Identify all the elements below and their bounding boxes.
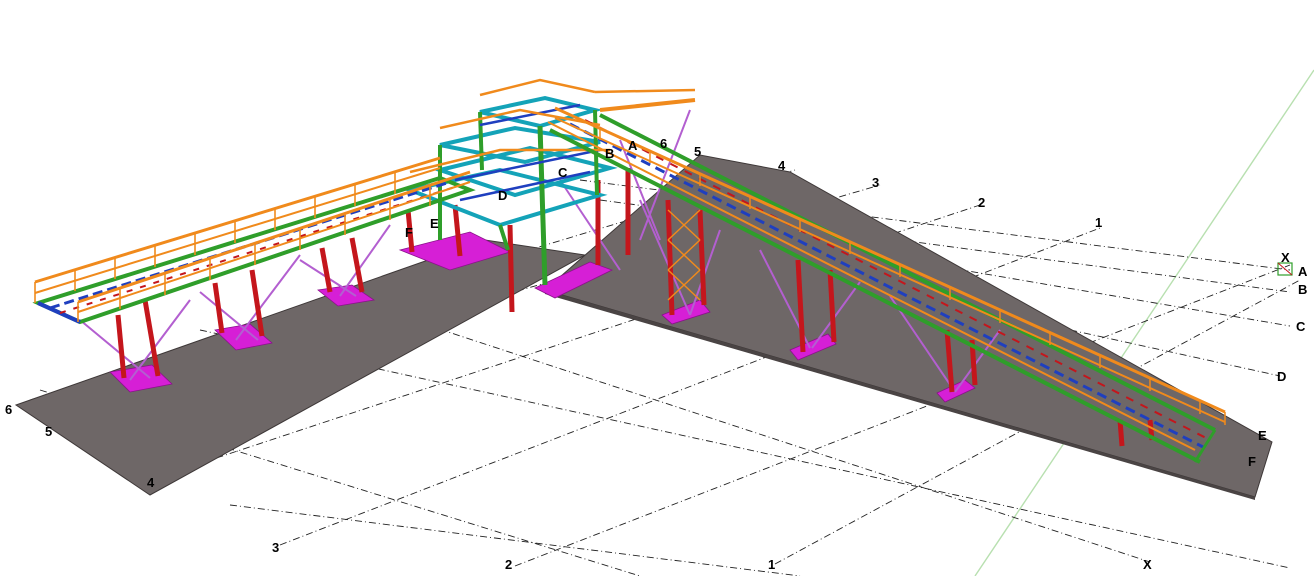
numbers_on_structure-1: 5 xyxy=(694,144,701,159)
number_row_back-3: 1 xyxy=(1095,215,1102,230)
letter_column_right-3: D xyxy=(1277,369,1286,384)
number_row_back-2: 2 xyxy=(978,195,985,210)
letters_on_structure-0: A xyxy=(628,138,638,153)
letters_on_structure-1: B xyxy=(605,146,614,161)
x_marks-1: X xyxy=(1143,557,1152,572)
structure-3d-view[interactable]: 432165432 1ABCDEFABCDEF65XX xyxy=(0,0,1314,576)
letter_column_right-5: F xyxy=(1248,454,1256,469)
number_row_front-5: 1 xyxy=(768,557,775,572)
number_row_front-0: 6 xyxy=(5,402,12,417)
letters_on_structure-2: C xyxy=(558,165,568,180)
letters_on_structure-3: D xyxy=(498,188,507,203)
number_row_front-4: 2 xyxy=(505,557,512,572)
number_row_back-1: 3 xyxy=(872,175,879,190)
letter_column_right-0: A xyxy=(1298,264,1308,279)
ground-slab-left xyxy=(14,239,587,496)
ground-slab-ramp xyxy=(543,154,1273,498)
letters_on_structure-4: E xyxy=(430,216,439,231)
numbers_on_structure-0: 6 xyxy=(660,136,667,151)
letter_column_right-2: C xyxy=(1296,319,1306,334)
model-viewport[interactable]: 4321654321ABCDEFABCDEF65XX xyxy=(0,0,1314,576)
x_marks-0: X xyxy=(1281,250,1290,265)
letter_column_right-4: E xyxy=(1258,428,1267,443)
number_row_front-3: 3 xyxy=(272,540,279,555)
number_row_back-0: 4 xyxy=(778,158,786,173)
letters_on_structure-5: F xyxy=(405,225,413,240)
number_row_front-1: 5 xyxy=(45,424,52,439)
letter_column_right-1: B xyxy=(1298,282,1307,297)
number_row_front-2: 4 xyxy=(147,475,155,490)
